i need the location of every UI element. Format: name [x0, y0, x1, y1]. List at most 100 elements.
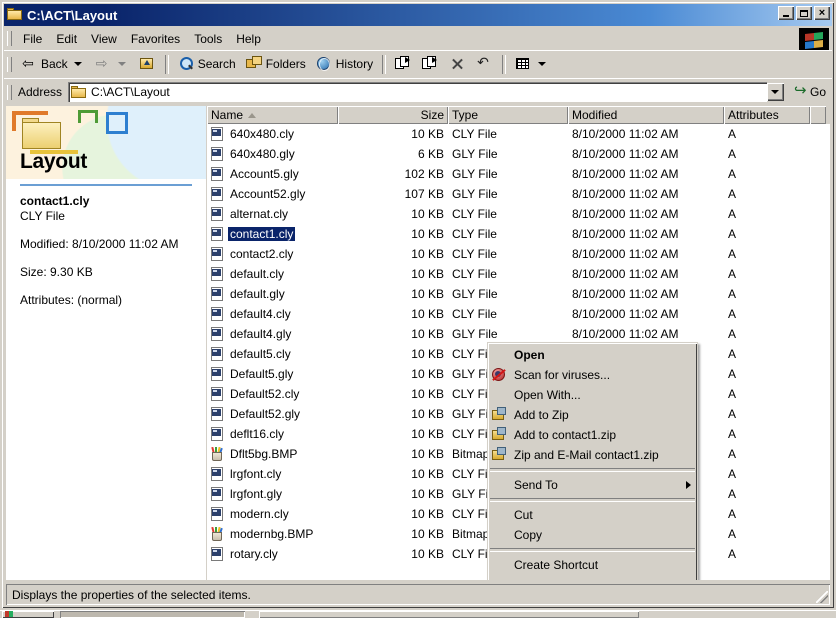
minimize-button[interactable] [778, 6, 794, 20]
cell-size: 10 KB [411, 227, 444, 241]
cell-size: 10 KB [411, 447, 444, 461]
undo-button[interactable] [471, 53, 498, 75]
status-text: Displays the properties of the selected … [12, 587, 251, 602]
back-dropdown-icon[interactable] [73, 62, 82, 66]
search-label: Search [197, 57, 236, 71]
back-button[interactable]: Back [16, 53, 90, 75]
resize-grip[interactable] [816, 591, 828, 603]
menu-item-tools[interactable]: Tools [187, 30, 229, 48]
file-name: default4.gly [230, 327, 292, 341]
menu-item-file[interactable]: File [16, 30, 49, 48]
up-icon [139, 56, 156, 72]
file-icon [210, 127, 224, 141]
menu-item-label: Send To [514, 478, 558, 492]
context-menu-item-copy[interactable]: Copy [488, 525, 697, 545]
context-menu-item-send-to[interactable]: Send To [488, 475, 697, 495]
column-header-modified[interactable]: Modified [568, 106, 724, 124]
table-row[interactable]: default.gly 10 KB GLY File 8/10/2000 11:02 … [207, 284, 830, 304]
close-button[interactable]: × [814, 6, 830, 20]
cell-name: contact1.cly [207, 227, 338, 241]
context-menu-item-cut[interactable]: Cut [488, 505, 697, 525]
cell-attributes: A [728, 167, 737, 181]
cell-size: 10 KB [411, 387, 444, 401]
cell-modified: 8/10/2000 11:02 AM [572, 207, 679, 221]
table-row[interactable]: contact1.cly 10 KB CLY File 8/10/2000 11:02… [207, 224, 830, 244]
cell-name: Default5.gly [207, 367, 338, 381]
title-bar[interactable]: C:\ACT\Layout × [4, 4, 832, 26]
history-button[interactable]: History [311, 53, 378, 75]
toolbar-grip[interactable] [7, 56, 12, 72]
context-menu-item-open-with[interactable]: Open With... [488, 385, 697, 405]
column-header-size[interactable]: Size [338, 106, 448, 124]
address-folder-icon [71, 85, 87, 99]
cell-attributes: A [728, 147, 737, 161]
file-list-pane[interactable]: Name Size Type Modified Attributes 640x480.c… [207, 106, 830, 580]
file-icon [210, 167, 224, 181]
detail-attributes: Attributes: (normal) [20, 293, 123, 307]
menu-item-edit[interactable]: Edit [49, 30, 84, 48]
file-name: Default52.cly [230, 387, 300, 401]
table-row[interactable]: alternat.cly 10 KB CLY File 8/10/2000 11:02… [207, 204, 830, 224]
up-button[interactable] [134, 53, 161, 75]
table-row[interactable]: Account5.gly 102 KB GLY File 8/10/2000 11:0… [207, 164, 830, 184]
table-row[interactable]: Account52.gly 107 KB GLY File 8/10/2000 11:… [207, 184, 830, 204]
detail-size: Size: 9.30 KB [20, 265, 93, 279]
menu-item-view[interactable]: View [84, 30, 124, 48]
start-button[interactable] [2, 611, 54, 618]
addressbar-grip[interactable] [7, 84, 12, 100]
taskbar-item-active[interactable] [60, 611, 245, 618]
file-name: deflt16.cly [230, 427, 285, 441]
chevron-down-icon [771, 90, 780, 94]
table-row[interactable]: 640x480.gly 6 KB GLY File 8/10/2000 11:02 A… [207, 144, 830, 164]
go-button[interactable]: Go [788, 81, 832, 99]
cell-attributes: A [728, 467, 737, 481]
context-menu-item-add-to-contact1-zip[interactable]: Add to contact1.zip [488, 425, 697, 445]
file-name: rotary.cly [230, 547, 278, 561]
table-row[interactable]: contact2.cly 10 KB CLY File 8/10/2000 11:02… [207, 244, 830, 264]
column-header-attributes[interactable]: Attributes [724, 106, 810, 124]
context-menu-item-scan-for-viruses[interactable]: Scan for viruses... [488, 365, 697, 385]
column-header-name[interactable]: Name [207, 106, 338, 124]
copy-to-button[interactable] [417, 53, 444, 75]
table-row[interactable]: default4.gly 10 KB GLY File 8/10/2000 11:02… [207, 324, 830, 344]
folder-name-heading: Layout [20, 150, 88, 173]
cell-name: Default52.cly [207, 387, 338, 401]
menu-item-label: Create Shortcut [514, 558, 599, 572]
cell-size: 10 KB [411, 527, 444, 541]
delete-button[interactable] [444, 53, 471, 75]
file-icon [210, 267, 224, 281]
taskbar-item[interactable] [259, 611, 639, 618]
context-menu-item-add-to-zip[interactable]: Add to Zip [488, 405, 697, 425]
search-button[interactable]: Search [173, 53, 241, 75]
cell-attributes: A [728, 307, 737, 321]
forward-button[interactable] [90, 53, 134, 75]
folders-button[interactable]: Folders [241, 53, 311, 75]
maximize-button[interactable] [796, 6, 812, 20]
table-row[interactable]: 640x480.cly 10 KB CLY File 8/10/2000 11:02 … [207, 124, 830, 144]
history-label: History [335, 57, 374, 71]
address-input[interactable]: C:\ACT\Layout [68, 82, 767, 102]
table-row[interactable]: default.cly 10 KB CLY File 8/10/2000 11:02 … [207, 264, 830, 284]
menu-item-label: Scan for viruses... [514, 368, 611, 382]
views-button[interactable] [510, 53, 554, 75]
context-menu-item-create-shortcut[interactable]: Create Shortcut [488, 555, 697, 575]
context-menu-item-zip-and-e-mail-contact1-zip[interactable]: Zip and E-Mail contact1.zip [488, 445, 697, 465]
cell-size: 10 KB [411, 127, 444, 141]
column-header-type[interactable]: Type [448, 106, 568, 124]
context-menu-item-delete[interactable]: Delete [488, 575, 697, 580]
antivirus-icon [490, 367, 510, 383]
menu-item-favorites[interactable]: Favorites [124, 30, 187, 48]
window-controls: × [778, 6, 830, 20]
menu-item-help[interactable]: Help [229, 30, 268, 48]
column-header-spacer[interactable] [810, 106, 826, 124]
cell-name: lrgfont.cly [207, 467, 338, 481]
menubar-grip[interactable] [7, 31, 12, 46]
context-menu-item-open[interactable]: Open [488, 345, 697, 365]
views-dropdown-icon[interactable] [538, 62, 547, 66]
move-to-button[interactable] [390, 53, 417, 75]
winzip-icon [490, 427, 510, 443]
forward-dropdown-icon[interactable] [117, 62, 126, 66]
menu-separator [490, 468, 695, 472]
table-row[interactable]: default4.cly 10 KB CLY File 8/10/2000 11:02… [207, 304, 830, 324]
address-dropdown-button[interactable] [766, 83, 784, 101]
